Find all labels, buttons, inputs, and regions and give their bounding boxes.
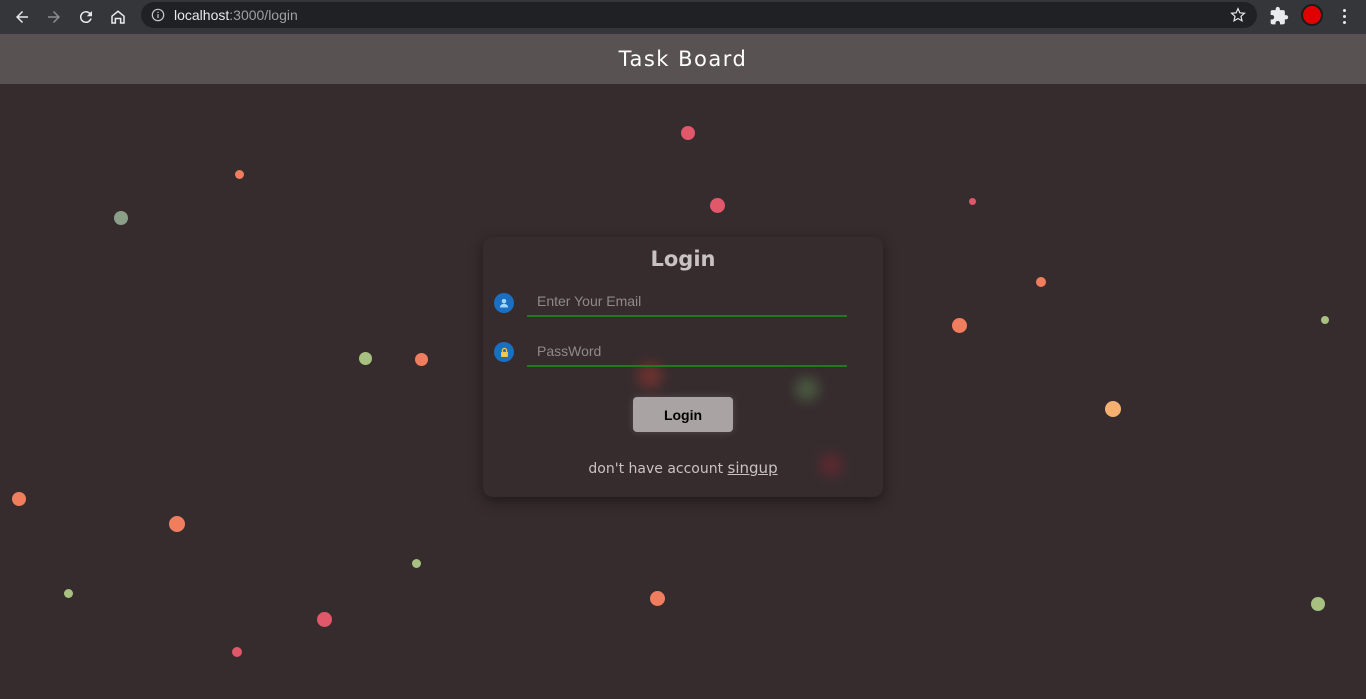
particle [1105,401,1121,417]
app-header: Task Board [0,34,1366,84]
home-button[interactable] [102,2,134,32]
profile-avatar[interactable] [1301,4,1323,26]
star-icon[interactable] [1229,6,1247,24]
particle [795,377,819,401]
particle [710,198,725,213]
particle [12,492,26,506]
url-path: :3000/login [229,7,298,23]
url-text[interactable]: localhost:3000/login [174,7,298,23]
forward-icon [48,11,60,23]
signup-prompt-text: don't have account [588,461,728,477]
login-button[interactable]: Login [633,397,733,432]
info-icon[interactable] [151,8,165,22]
signup-prompt: don't have account singup [483,459,883,477]
login-card: Login Login don't have account singup [483,237,883,497]
email-field[interactable] [527,287,847,317]
particle [317,612,332,627]
particle [232,647,242,657]
back-icon [16,11,28,23]
particle [1311,597,1325,611]
reload-icon [79,11,92,24]
url-host: localhost [174,7,230,23]
home-icon [111,10,125,24]
reload-button[interactable] [70,2,102,32]
password-field[interactable] [527,337,847,367]
back-button[interactable] [6,2,38,32]
extensions-icon[interactable] [1269,6,1289,26]
user-icon [494,293,514,313]
particle [169,516,185,532]
particle [64,589,73,598]
login-heading: Login [650,247,716,271]
particle [412,559,421,568]
particle [1036,277,1046,287]
forward-button[interactable] [38,2,70,32]
lock-icon [494,342,514,362]
particle [650,591,665,606]
particle [235,170,244,179]
particle [114,211,128,225]
app-title: Task Board [618,47,748,71]
particle [681,126,695,140]
particle [359,352,372,365]
particle [952,318,967,333]
particle [415,353,428,366]
browser-toolbar: localhost:3000/login [0,0,1366,34]
particle [969,198,976,205]
particle [1321,316,1329,324]
signup-link[interactable]: singup [728,459,778,477]
address-bar[interactable]: localhost:3000/login [141,2,1257,28]
menu-icon[interactable] [1336,5,1352,27]
